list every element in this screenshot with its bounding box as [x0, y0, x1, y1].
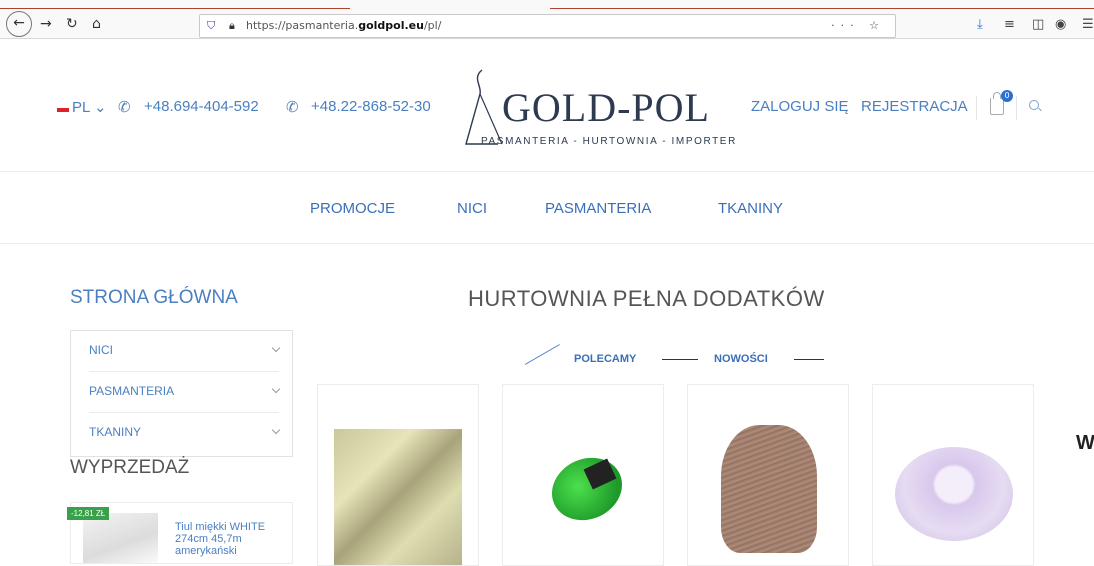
product-card[interactable]: [502, 384, 664, 566]
cart-count-badge: 0: [1001, 90, 1013, 102]
product-card[interactable]: [317, 384, 479, 566]
page-title: HURTOWNIA PEŁNA DODATKÓW: [468, 286, 825, 311]
category-tkaniny[interactable]: TKANINY: [89, 413, 281, 453]
phone-2-link[interactable]: +48.22-868-52-30: [311, 98, 431, 115]
category-pasmanteria[interactable]: PASMANTERIA: [89, 372, 281, 413]
menu-item-promocje[interactable]: PROMOCJE: [310, 200, 395, 217]
category-label: PASMANTERIA: [89, 384, 175, 398]
address-bar[interactable]: ⛉ 🔒︎ https://pasmanteria.goldpol.eu/pl/ …: [199, 14, 896, 38]
decorative-line: [524, 344, 560, 365]
library-icon[interactable]: ≡: [1004, 17, 1015, 32]
phone-icon: ✆: [118, 99, 131, 116]
sidebar-icon[interactable]: ◫: [1032, 17, 1044, 32]
divider: [1016, 96, 1017, 120]
chevron-down-icon[interactable]: [271, 343, 281, 353]
sale-product-image[interactable]: [83, 513, 158, 563]
home-button[interactable]: ⌂: [92, 14, 101, 34]
site-logo[interactable]: GOLD-POL PASMANTERIA - HURTOWNIA - IMPOR…: [462, 66, 738, 154]
page-actions[interactable]: ··· ☆: [831, 15, 885, 37]
sale-product-card[interactable]: -12,81 ZŁ Tiul miękki WHITE 274cm 45,7m …: [67, 502, 293, 564]
sale-section-title: WYPRZEDAŻ: [70, 457, 190, 478]
product-image-thread-cone[interactable]: [721, 425, 817, 553]
register-link[interactable]: REJESTRACJA: [861, 98, 968, 115]
forward-button[interactable]: →: [40, 14, 52, 34]
home-link[interactable]: STRONA GŁÓWNA: [70, 287, 238, 309]
login-link[interactable]: ZALOGUJ SIĘ: [751, 98, 849, 115]
reload-button[interactable]: ↻: [66, 14, 78, 34]
browser-toolbar: ← → ↻ ⌂ ⛉ 🔒︎ https://pasmanteria.goldpol…: [0, 0, 1094, 39]
search-icon[interactable]: [1029, 100, 1039, 110]
phone-icon: ✆: [286, 99, 299, 116]
downloads-icon[interactable]: ⤓: [977, 17, 983, 32]
lock-icon[interactable]: 🔒︎: [229, 15, 235, 37]
divider: [794, 359, 824, 360]
divider: [0, 243, 1094, 244]
category-label: NICI: [89, 343, 113, 357]
shield-icon[interactable]: ⛉: [207, 15, 215, 37]
menu-item-nici[interactable]: NICI: [457, 200, 487, 217]
divider: [662, 359, 698, 360]
sale-product-name[interactable]: Tiul miękki WHITE 274cm 45,7m amerykańsk…: [175, 521, 285, 557]
url-text[interactable]: https://pasmanteria.goldpol.eu/pl/: [246, 15, 441, 37]
divider: [0, 171, 1094, 172]
divider: [976, 96, 977, 120]
tab-nowosci[interactable]: NOWOŚCI: [714, 353, 768, 365]
account-icon[interactable]: ◉: [1055, 17, 1066, 32]
chevron-down-icon[interactable]: [271, 384, 281, 394]
back-button[interactable]: ←: [6, 11, 32, 37]
category-label: TKANINY: [89, 425, 142, 439]
product-card[interactable]: [872, 384, 1034, 566]
flag-icon: [57, 108, 69, 112]
category-list: NICI PASMANTERIA TKANINY: [70, 330, 293, 457]
category-nici[interactable]: NICI: [89, 331, 281, 372]
cart-icon[interactable]: [990, 92, 1004, 115]
product-image-yarn[interactable]: [541, 446, 633, 532]
product-image-ribbon[interactable]: [895, 447, 1013, 541]
phone-1-link[interactable]: +48.694-404-592: [144, 98, 259, 115]
menu-item-pasmanteria[interactable]: PASMANTERIA: [545, 200, 651, 217]
language-label: PL: [72, 99, 90, 116]
tab-strip: [0, 0, 1094, 9]
logo-name: GOLD-POL: [502, 85, 710, 130]
tab-polecamy[interactable]: POLECAMY: [574, 353, 636, 365]
logo-tagline: PASMANTERIA - HURTOWNIA - IMPORTER: [481, 136, 737, 147]
language-select[interactable]: PL ⌄: [72, 98, 107, 116]
product-image-fabric[interactable]: [334, 429, 462, 565]
menu-item-tkaniny[interactable]: TKANINY: [718, 200, 783, 217]
chevron-down-icon[interactable]: [271, 425, 281, 435]
side-text: W: [1076, 432, 1094, 454]
discount-badge: -12,81 ZŁ: [67, 507, 110, 520]
product-card[interactable]: [687, 384, 849, 566]
menu-icon[interactable]: ☰: [1082, 17, 1094, 32]
